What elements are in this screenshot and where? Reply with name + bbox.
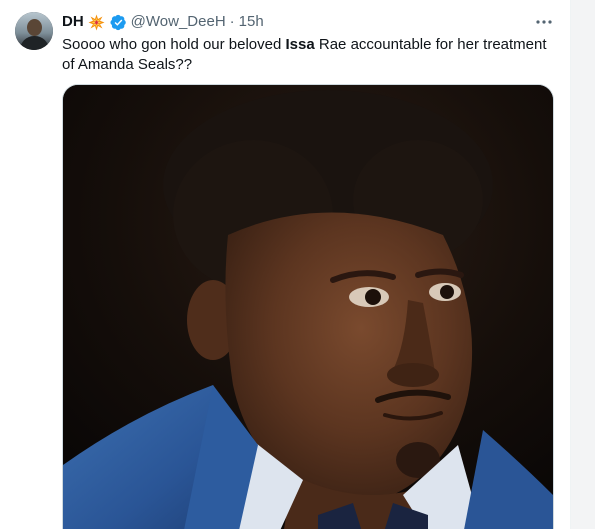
author-handle[interactable]: @Wow_DeeH (131, 12, 226, 32)
avatar-head (27, 19, 42, 36)
tweet-text-part-1: Soooo who gon hold our beloved (62, 36, 286, 53)
tweet-text-bold: Issa (285, 36, 315, 53)
profile-avatar[interactable] (15, 12, 53, 50)
separator-dot: · (229, 13, 235, 30)
author-display-name[interactable]: DH (62, 12, 84, 32)
tweet-media-photo[interactable] (62, 84, 554, 529)
page-side-gutter (570, 0, 595, 529)
tweet-text: Soooo who gon hold our beloved Issa Rae … (62, 35, 557, 75)
collision-emoji-icon (88, 14, 105, 31)
tweet-card[interactable]: DH @Wow_DeeH · 15h Soooo who gon hold ou… (0, 0, 570, 529)
tweet-header: DH @Wow_DeeH · 15h (62, 12, 264, 32)
more-horizontal-icon[interactable] (534, 12, 554, 32)
person-portrait-photo (63, 85, 553, 529)
verified-badge-icon[interactable] (110, 14, 127, 31)
tweet-timestamp[interactable]: 15h (239, 12, 264, 32)
